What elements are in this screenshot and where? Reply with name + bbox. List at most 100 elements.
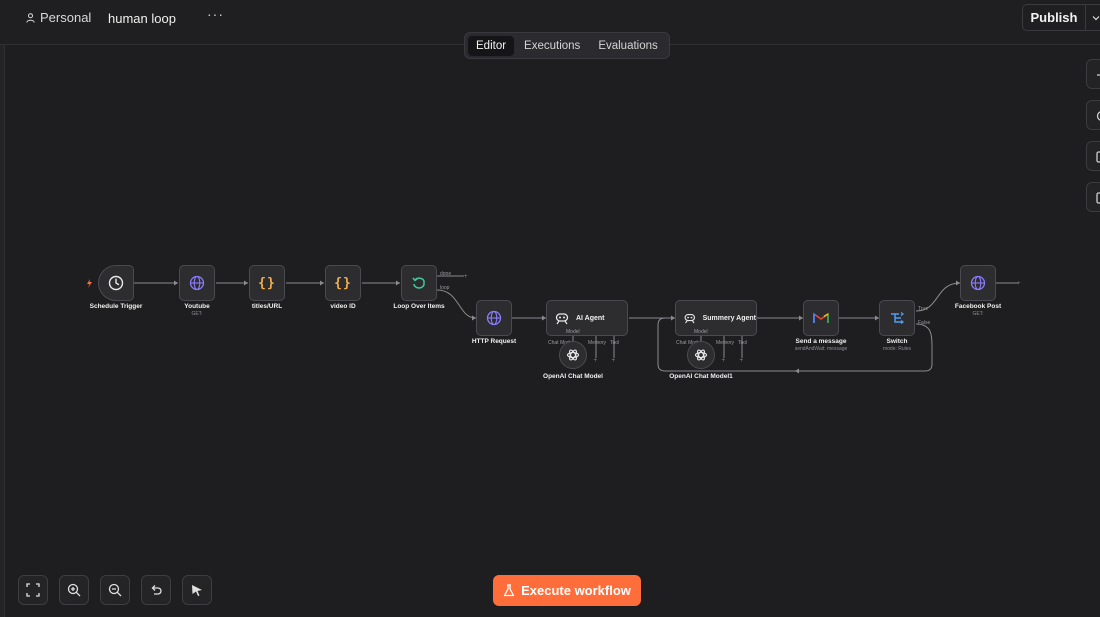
openai-icon (566, 349, 580, 361)
search-nodes-button[interactable] (1086, 100, 1100, 130)
loop-icon (412, 277, 425, 289)
sticky-note-button[interactable] (1086, 141, 1100, 171)
fit-view-icon (26, 583, 40, 597)
node-label-ai-agent: AI Agent (576, 314, 605, 322)
workflow-editor: Personal human loop ··· Publish Editor E… (0, 0, 1100, 617)
node-label-video-id: video ID (330, 303, 356, 310)
tab-editor[interactable]: Editor (468, 35, 515, 56)
plus-icon: + (464, 274, 468, 280)
plus-icon (1097, 74, 1100, 76)
port-label-memory: Memory (588, 340, 607, 346)
execute-workflow-button[interactable]: Execute workflow (493, 575, 641, 606)
node-label-loop-over-items: Loop Over Items (393, 303, 445, 310)
openai-icon (694, 349, 708, 361)
plus-icon: + (740, 358, 744, 364)
output-label-true: True (918, 306, 929, 312)
node-sub-send-a-message: sendAndWait: message (794, 346, 848, 352)
output-label-done: done (440, 271, 452, 277)
port-label-model: Model (694, 329, 708, 335)
switch-icon (891, 311, 905, 325)
workspace-label: Personal (40, 10, 92, 25)
node-switch[interactable] (879, 300, 915, 336)
node-label-titles-url: titles/URL (251, 303, 283, 310)
more-options-icon[interactable]: ··· (207, 6, 224, 22)
node-label-openai-chat-model: OpenAI Chat Model (543, 373, 603, 380)
gmail-icon (813, 312, 829, 323)
braces-icon: {} (258, 275, 276, 291)
arrow-youtube (174, 280, 178, 286)
clock-icon (108, 275, 124, 291)
node-loop-over-items[interactable] (401, 265, 437, 301)
flask-icon (503, 584, 515, 597)
arrow-videoid (320, 280, 324, 286)
node-ai-agent[interactable]: AI Agent (546, 300, 628, 336)
node-http-request[interactable] (476, 300, 512, 336)
zoom-in-icon (67, 583, 81, 597)
note-icon (1096, 151, 1100, 163)
execute-workflow-label: Execute workflow (521, 583, 631, 598)
node-label-switch: Switch (886, 338, 908, 345)
pointer-icon (192, 585, 202, 596)
globe-icon (970, 275, 986, 291)
panel-icon (1096, 192, 1100, 204)
node-sub-youtube: GET: (191, 311, 203, 317)
node-sub-switch: mode: Rules (882, 346, 912, 352)
node-send-a-message[interactable] (803, 300, 839, 336)
view-tabs: Editor Executions Evaluations (464, 32, 670, 59)
arrow-loopback (795, 368, 799, 374)
plus-icon: + (722, 358, 726, 364)
node-label-send-a-message: Send a message (795, 338, 847, 345)
node-video-id[interactable]: {} (325, 265, 361, 301)
output-label-loop: loop (440, 285, 450, 291)
node-titles-url[interactable]: {} (249, 265, 285, 301)
node-label-summery-agent: Summery Agent (702, 314, 756, 322)
add-node-button[interactable] (1086, 59, 1100, 89)
port-label-tool: Tool (738, 340, 748, 346)
workspace-breadcrumb[interactable]: Personal (26, 10, 91, 25)
zoom-out-icon (108, 583, 122, 597)
node-youtube[interactable] (179, 265, 215, 301)
node-openai-chat-model[interactable] (559, 341, 587, 369)
output-label-false: False (918, 320, 931, 326)
tab-executions[interactable]: Executions (516, 36, 588, 56)
fit-view-button[interactable] (18, 575, 48, 605)
arrow-titles (244, 280, 248, 286)
undo-icon (151, 585, 162, 595)
publish-button[interactable]: Publish (1022, 4, 1086, 31)
node-label-http-request: HTTP Request (471, 338, 517, 345)
node-label-openai-chat-model1: OpenAI Chat Model1 (669, 373, 733, 380)
tidy-up-button[interactable] (182, 575, 212, 605)
node-summery-agent[interactable]: Summery Agent (675, 300, 757, 336)
globe-icon (486, 310, 502, 326)
port-label-tool: Tool (610, 340, 620, 346)
publish-dropdown-button[interactable] (1086, 4, 1100, 31)
port-label-model: Model (566, 329, 580, 335)
globe-icon (189, 275, 205, 291)
panel-toggle-button[interactable] (1086, 182, 1100, 212)
node-openai-chat-model1[interactable] (687, 341, 715, 369)
plus-icon: + (612, 358, 616, 364)
plus-icon: + (594, 358, 598, 364)
port-label-memory: Memory (716, 340, 735, 346)
node-facebook-post[interactable] (960, 265, 996, 301)
node-sub-facebook-post: GET: (972, 311, 984, 317)
node-schedule-trigger[interactable] (98, 265, 134, 301)
workflow-title[interactable]: human loop (108, 11, 176, 26)
robot-icon (555, 313, 569, 325)
chevron-down-icon (1092, 15, 1099, 20)
left-sidebar-edge (0, 45, 5, 617)
robot-icon (684, 314, 696, 324)
zoom-in-button[interactable] (59, 575, 89, 605)
person-icon (26, 12, 35, 23)
trigger-lightning-icon (87, 279, 92, 288)
undo-button[interactable] (141, 575, 171, 605)
arrow-loop (396, 280, 400, 286)
node-label-facebook-post: Facebook Post (954, 303, 1002, 310)
zoom-out-button[interactable] (100, 575, 130, 605)
plus-icon: + (1017, 281, 1021, 287)
node-label-schedule-trigger: Schedule Trigger (89, 303, 143, 310)
braces-icon: {} (334, 275, 352, 291)
search-icon (1096, 111, 1100, 121)
node-label-youtube: Youtube (184, 303, 210, 310)
tab-evaluations[interactable]: Evaluations (590, 36, 665, 56)
